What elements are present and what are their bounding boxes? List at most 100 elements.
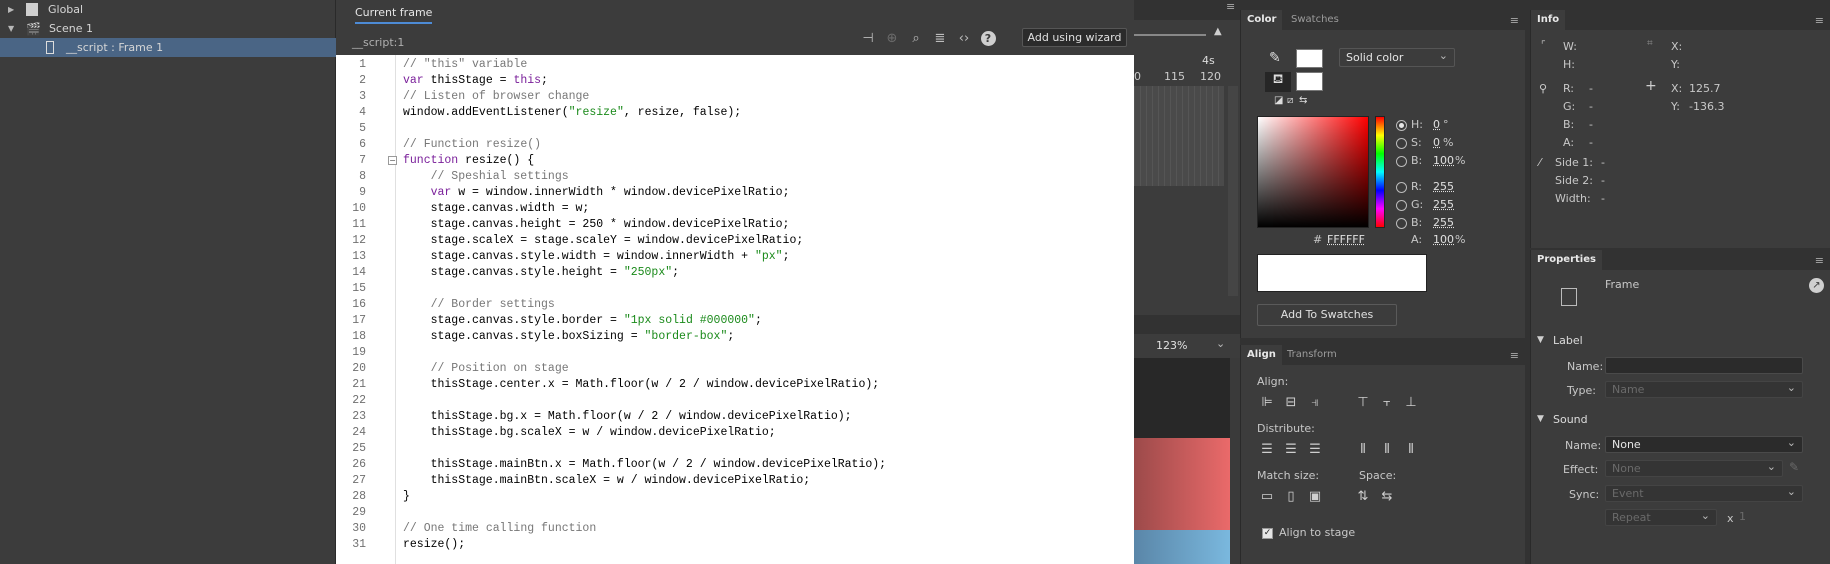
code-line[interactable]: stage.canvas.style.width = window.innerW… <box>431 249 790 265</box>
tree-item-script-frame[interactable]: __script : Frame 1 <box>0 38 336 57</box>
code-line[interactable]: thisStage.mainBtn.scaleX = w / window.de… <box>431 473 811 489</box>
crosshair-icon[interactable]: ⊕ <box>882 28 902 48</box>
label-name-input[interactable] <box>1605 357 1803 374</box>
red-value[interactable]: 255 <box>1433 180 1454 193</box>
tab-current-frame[interactable]: Current frame <box>355 6 433 24</box>
match-width-icon[interactable]: ▭ <box>1257 487 1277 505</box>
format-code-icon[interactable]: ≣ <box>930 28 950 48</box>
menu-icon[interactable]: ≡ <box>1510 14 1519 27</box>
align-bottom-icon[interactable]: ⊥ <box>1401 393 1421 411</box>
code-line[interactable]: // Border settings <box>431 297 555 313</box>
repeat-count[interactable]: 1 <box>1739 510 1746 523</box>
color-picker-area[interactable] <box>1257 116 1369 228</box>
tab-swatches[interactable]: Swatches <box>1285 10 1345 30</box>
menu-icon[interactable]: ≡ <box>1815 14 1824 27</box>
align-vertical-center-icon[interactable]: ⫟ <box>1377 393 1397 411</box>
align-right-icon[interactable]: ⫣ <box>1305 393 1325 411</box>
help-icon[interactable]: ? <box>978 28 998 48</box>
fill-type-select[interactable]: Solid color <box>1339 47 1455 67</box>
open-icon[interactable]: ↗ <box>1809 278 1824 293</box>
code-line[interactable]: stage.canvas.style.height = "250px"; <box>431 265 679 281</box>
tab-color[interactable]: Color <box>1241 10 1283 30</box>
pin-icon[interactable]: ⊣ <box>858 28 878 48</box>
tree-item-global[interactable]: ▶ Global <box>0 0 336 19</box>
distribute-left-icon[interactable]: ⦀ <box>1353 440 1373 458</box>
align-horizontal-center-icon[interactable]: ⊟ <box>1281 393 1301 411</box>
code-line[interactable]: function resize() { <box>403 153 534 169</box>
label-section-toggle[interactable]: ▼ <box>1537 335 1544 345</box>
timeline-scrollbar[interactable] <box>1228 86 1238 296</box>
code-line[interactable]: stage.canvas.height = 250 * window.devic… <box>431 217 790 233</box>
edit-pencil-icon[interactable]: ✎ <box>1789 460 1799 474</box>
tab-properties[interactable]: Properties <box>1531 250 1602 270</box>
match-width-height-icon[interactable]: ▣ <box>1305 487 1325 505</box>
chevron-right-icon[interactable]: ▶ <box>8 5 18 14</box>
search-icon[interactable]: ⌕ <box>906 28 926 48</box>
no-color-icon[interactable]: ⧄ <box>1287 95 1293 106</box>
menu-icon[interactable]: ≡ <box>1226 0 1235 13</box>
menu-icon[interactable]: ≡ <box>1815 254 1824 267</box>
add-using-wizard-button[interactable]: Add using wizard <box>1022 28 1127 47</box>
sync-select[interactable]: Event <box>1605 484 1803 502</box>
repeat-select[interactable]: Repeat <box>1605 508 1717 526</box>
distribute-horizontal-center-icon[interactable]: ⦀ <box>1377 440 1397 458</box>
code-line[interactable]: stage.scaleX = stage.scaleY = window.dev… <box>431 233 804 249</box>
saturation-radio[interactable] <box>1396 138 1407 149</box>
zoom-slider[interactable] <box>1134 34 1206 36</box>
chevron-down-icon[interactable]: ▼ <box>8 24 18 33</box>
code-line[interactable]: } <box>403 489 410 505</box>
code-line[interactable]: // Speshial settings <box>431 169 569 185</box>
align-to-stage-checkbox[interactable]: ✓ <box>1262 528 1273 539</box>
red-radio[interactable] <box>1396 182 1407 193</box>
tab-align[interactable]: Align <box>1241 345 1282 365</box>
zoom-level[interactable]: 123% <box>1156 339 1187 352</box>
code-line[interactable]: thisStage.mainBtn.x = Math.floor(w / 2 /… <box>431 457 886 473</box>
code-line[interactable]: thisStage.bg.scaleX = w / window.deviceP… <box>431 425 776 441</box>
space-horizontal-icon[interactable]: ⇆ <box>1377 487 1397 505</box>
sound-name-select[interactable]: None <box>1605 435 1803 453</box>
chevron-down-icon[interactable]: ⌄ <box>1216 337 1225 350</box>
code-line[interactable]: // One time calling function <box>403 521 596 537</box>
space-vertical-icon[interactable]: ⇅ <box>1353 487 1373 505</box>
green-radio[interactable] <box>1396 200 1407 211</box>
align-top-icon[interactable]: ⊤ <box>1353 393 1373 411</box>
code-editor[interactable]: 1 2 3 4 5 6 7 8 9 10 11 12 13 14 15 16 17 18 19 20 21 22 23 24 2… <box>336 55 1134 564</box>
code-line[interactable]: thisStage.center.x = Math.floor(w / 2 / … <box>431 377 880 393</box>
blue-value[interactable]: 255 <box>1433 216 1454 229</box>
align-left-icon[interactable]: ⊫ <box>1257 393 1277 411</box>
code-line[interactable]: var w = window.innerWidth * window.devic… <box>431 185 790 201</box>
stroke-color-swatch[interactable] <box>1296 49 1323 68</box>
distribute-vertical-center-icon[interactable]: ☰ <box>1281 440 1301 458</box>
brightness-value[interactable]: 100 <box>1433 154 1454 167</box>
swap-colors-icon[interactable]: ⇆ <box>1299 95 1307 106</box>
stroke-pencil-icon[interactable]: ✎ <box>1269 50 1281 66</box>
code-line[interactable]: thisStage.bg.x = Math.floor(w / 2 / wind… <box>431 409 852 425</box>
code-line[interactable]: // Listen of browser change <box>403 89 589 105</box>
match-height-icon[interactable]: ▯ <box>1281 487 1301 505</box>
sound-section-toggle[interactable]: ▼ <box>1537 414 1544 424</box>
tab-transform[interactable]: Transform <box>1281 345 1343 365</box>
menu-icon[interactable]: ≡ <box>1510 349 1519 362</box>
fill-color-swatch[interactable] <box>1296 72 1323 91</box>
distribute-right-icon[interactable]: ⦀ <box>1401 440 1421 458</box>
blue-radio[interactable] <box>1396 218 1407 229</box>
hue-value[interactable]: 0 <box>1433 118 1440 131</box>
triangle-up-icon[interactable]: ▲ <box>1214 26 1222 37</box>
code-line[interactable]: stage.canvas.width = w; <box>431 201 590 217</box>
tab-info[interactable]: Info <box>1531 10 1566 30</box>
code-line[interactable]: var thisStage = this; <box>403 73 548 89</box>
stage-canvas[interactable] <box>1134 358 1240 564</box>
label-type-select[interactable]: Name <box>1605 380 1803 398</box>
code-line[interactable]: // "this" variable <box>403 57 527 73</box>
fill-bucket-icon[interactable]: ⛾ <box>1265 72 1291 92</box>
hue-radio[interactable] <box>1396 120 1407 131</box>
default-colors-icon[interactable]: ◪ <box>1274 95 1283 106</box>
code-line[interactable]: stage.canvas.style.border = "1px solid #… <box>431 313 762 329</box>
green-value[interactable]: 255 <box>1433 198 1454 211</box>
distribute-bottom-icon[interactable]: ☰ <box>1305 440 1325 458</box>
code-line[interactable]: resize(); <box>403 537 465 553</box>
brightness-radio[interactable] <box>1396 156 1407 167</box>
stage-scrollbar[interactable] <box>1230 358 1240 564</box>
code-line[interactable]: // Function resize() <box>403 137 541 153</box>
alpha-value[interactable]: 100 <box>1433 233 1454 246</box>
